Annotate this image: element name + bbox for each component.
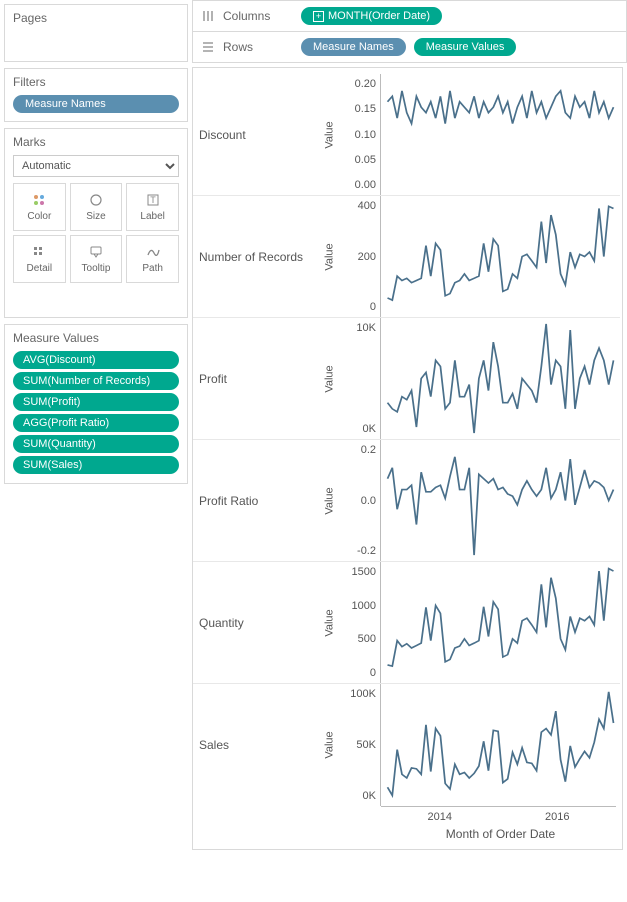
filters-shelf[interactable]: Filters Measure Names <box>4 68 188 122</box>
mv-pill[interactable]: SUM(Profit) <box>13 393 179 411</box>
chart-rows: DiscountValue0.200.150.100.050.00Number … <box>193 74 620 806</box>
row-label: Number of Records <box>193 196 321 317</box>
size-icon <box>89 192 103 208</box>
shelves: Columns +MONTH(Order Date) Rows Measure … <box>192 0 627 63</box>
right-panel: Columns +MONTH(Order Date) Rows Measure … <box>192 0 627 854</box>
columns-shelf[interactable]: Columns +MONTH(Order Date) <box>192 0 627 32</box>
mv-pill-list: AVG(Discount) SUM(Number of Records) SUM(P… <box>13 351 179 474</box>
marks-title: Marks <box>13 135 179 149</box>
mark-btn-size[interactable]: Size <box>70 183 123 231</box>
y-ticks: 150010005000 <box>339 562 381 683</box>
row-label: Profit Ratio <box>193 440 321 561</box>
y-ticks: 0.20.0-0.2 <box>339 440 381 561</box>
x-axis-label: Month of Order Date <box>381 825 620 845</box>
chart-row: QuantityValue150010005000 <box>193 562 620 684</box>
rows-pill-measure-names[interactable]: Measure Names <box>301 38 406 56</box>
y-ticks: 100K50K0K <box>339 684 381 806</box>
charts-area: DiscountValue0.200.150.100.050.00Number … <box>192 67 623 850</box>
mark-btn-detail[interactable]: Detail <box>13 235 66 283</box>
plot[interactable] <box>381 318 620 439</box>
y-ticks: 0.200.150.100.050.00 <box>339 74 381 195</box>
row-label: Profit <box>193 318 321 439</box>
y-axis-label: Value <box>321 318 339 439</box>
measure-values-card[interactable]: Measure Values AVG(Discount) SUM(Number o… <box>4 324 188 484</box>
x-ticks: 20142016 <box>381 806 616 825</box>
mv-pill[interactable]: SUM(Number of Records) <box>13 372 179 390</box>
color-icon <box>32 192 46 208</box>
y-axis-label: Value <box>321 440 339 561</box>
rows-icon <box>201 40 215 54</box>
mv-pill[interactable]: SUM(Quantity) <box>13 435 179 453</box>
mv-pill[interactable]: SUM(Sales) <box>13 456 179 474</box>
y-axis-label: Value <box>321 684 339 806</box>
plot[interactable] <box>381 440 620 561</box>
path-icon <box>146 244 160 260</box>
columns-label: Columns <box>223 9 293 23</box>
y-ticks: 4002000 <box>339 196 381 317</box>
marks-card: Marks Automatic ColorSizeTLabel DetailToo… <box>4 128 188 318</box>
mark-btn-label[interactable]: TLabel <box>126 183 179 231</box>
marks-grid: ColorSizeTLabel DetailTooltipPath <box>13 183 179 283</box>
pages-title: Pages <box>13 11 179 25</box>
plot[interactable] <box>381 562 620 683</box>
label-icon: T <box>146 192 160 208</box>
pages-shelf[interactable]: Pages <box>4 4 188 62</box>
mark-type-select[interactable]: Automatic <box>13 155 179 177</box>
row-label: Discount <box>193 74 321 195</box>
mv-pill[interactable]: AGG(Profit Ratio) <box>13 414 179 432</box>
chart-row: Number of RecordsValue4002000 <box>193 196 620 318</box>
mark-btn-color[interactable]: Color <box>13 183 66 231</box>
mv-pill[interactable]: AVG(Discount) <box>13 351 179 369</box>
left-panel: Pages Filters Measure Names Marks Automa… <box>0 0 192 854</box>
y-axis-label: Value <box>321 74 339 195</box>
rows-shelf[interactable]: Rows Measure Names Measure Values <box>192 32 627 63</box>
row-label: Quantity <box>193 562 321 683</box>
rows-pill-measure-values[interactable]: Measure Values <box>414 38 517 56</box>
plot[interactable] <box>381 684 620 806</box>
filter-pill-measure-names[interactable]: Measure Names <box>13 95 179 113</box>
x-axis: 20142016 <box>193 806 620 825</box>
plot[interactable] <box>381 196 620 317</box>
mark-btn-path[interactable]: Path <box>126 235 179 283</box>
chart-row: Profit RatioValue0.20.0-0.2 <box>193 440 620 562</box>
columns-icon <box>201 9 215 23</box>
svg-text:T: T <box>150 195 156 205</box>
chart-row: DiscountValue0.200.150.100.050.00 <box>193 74 620 196</box>
columns-pill[interactable]: +MONTH(Order Date) <box>301 7 442 25</box>
row-label: Sales <box>193 684 321 806</box>
rows-label: Rows <box>223 40 293 54</box>
chart-row: SalesValue100K50K0K <box>193 684 620 806</box>
plot[interactable] <box>381 74 620 195</box>
tooltip-icon <box>89 244 103 260</box>
y-axis-label: Value <box>321 196 339 317</box>
chart-row: ProfitValue10K0K <box>193 318 620 440</box>
y-axis-label: Value <box>321 562 339 683</box>
measure-values-title: Measure Values <box>13 331 179 345</box>
mark-btn-tooltip[interactable]: Tooltip <box>70 235 123 283</box>
filters-title: Filters <box>13 75 179 89</box>
detail-icon <box>32 244 46 260</box>
y-ticks: 10K0K <box>339 318 381 439</box>
